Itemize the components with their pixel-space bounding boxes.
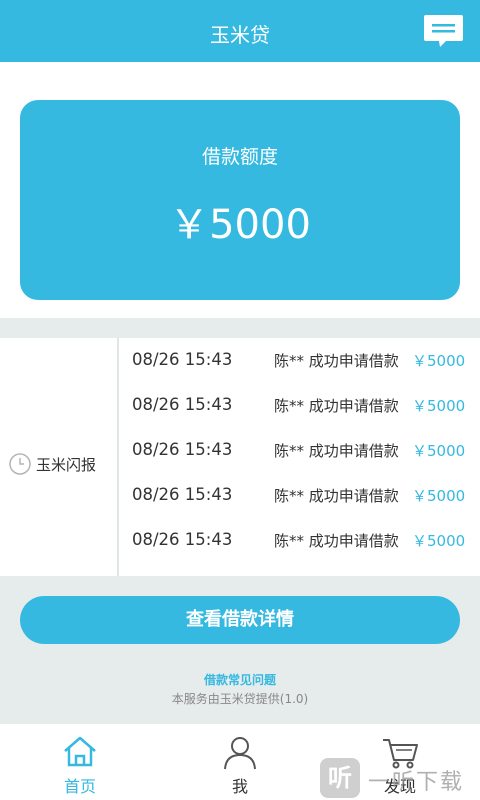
flash-item-time: 08/26 15:43 xyxy=(132,485,233,504)
flash-news-item: 08/26 15:43 陈** 成功申请借款 ￥5000 xyxy=(132,438,472,460)
flash-item-time: 08/26 15:43 xyxy=(132,350,233,369)
flash-item-message: 陈** 成功申请借款 xyxy=(274,442,399,460)
credit-limit-amount: ￥5000 xyxy=(169,202,311,248)
clock-icon xyxy=(9,453,31,475)
download-watermark: 听 一听下载 xyxy=(320,756,480,800)
flash-item-time: 08/26 15:43 xyxy=(132,440,233,459)
flash-item-amount: ￥5000 xyxy=(412,532,466,550)
home-icon xyxy=(64,736,96,767)
flash-news-header: 玉米闪报 xyxy=(0,338,119,576)
tab-home[interactable]: 首页 xyxy=(30,724,130,800)
flash-item-amount: ￥5000 xyxy=(412,487,466,505)
flash-news-item: 08/26 15:43 陈** 成功申请借款 ￥5000 xyxy=(132,393,472,415)
flash-news-item: 08/26 15:43 陈** 成功申请借款 ￥5000 xyxy=(132,483,472,505)
flash-item-time: 08/26 15:43 xyxy=(132,395,233,414)
flash-news-panel: 玉米闪报 08/26 15:43 陈** 成功申请借款 ￥5000 08/26 … xyxy=(0,338,480,576)
tab-me-label: 我 xyxy=(231,777,248,796)
user-icon xyxy=(224,737,256,770)
watermark-logo-icon: 听 xyxy=(320,758,360,798)
view-loan-details-button[interactable]: 查看借款详情 xyxy=(20,596,460,644)
provider-note: 本服务由玉米贷提供(1.0) xyxy=(171,692,309,706)
credit-limit-label: 借款额度 xyxy=(201,146,278,168)
flash-item-message: 陈** 成功申请借款 xyxy=(274,352,399,370)
tab-me[interactable]: 我 xyxy=(190,724,290,800)
message-button[interactable] xyxy=(423,13,464,49)
flash-news-item: 08/26 15:43 陈** 成功申请借款 ￥5000 xyxy=(132,348,472,370)
faq-link[interactable]: 借款常见问题 xyxy=(0,671,480,688)
app-header: 玉米贷 xyxy=(0,0,480,62)
page-title: 玉米贷 xyxy=(210,23,270,47)
flash-item-message: 陈** 成功申请借款 xyxy=(274,487,399,505)
flash-item-amount: ￥5000 xyxy=(412,397,466,415)
watermark-text: 一听下载 xyxy=(368,770,465,795)
flash-news-label: 玉米闪报 xyxy=(36,455,97,474)
flash-item-amount: ￥5000 xyxy=(412,442,466,460)
credit-limit-card[interactable]: 借款额度 ￥5000 xyxy=(20,100,460,300)
flash-item-message: 陈** 成功申请借款 xyxy=(274,532,399,550)
message-icon xyxy=(424,15,463,47)
flash-item-amount: ￥5000 xyxy=(412,352,466,370)
flash-item-time: 08/26 15:43 xyxy=(132,530,233,549)
flash-news-item: 08/26 15:43 陈** 成功申请借款 ￥5000 xyxy=(132,528,472,550)
flash-item-message: 陈** 成功申请借款 xyxy=(274,397,399,415)
tab-home-label: 首页 xyxy=(63,777,96,796)
